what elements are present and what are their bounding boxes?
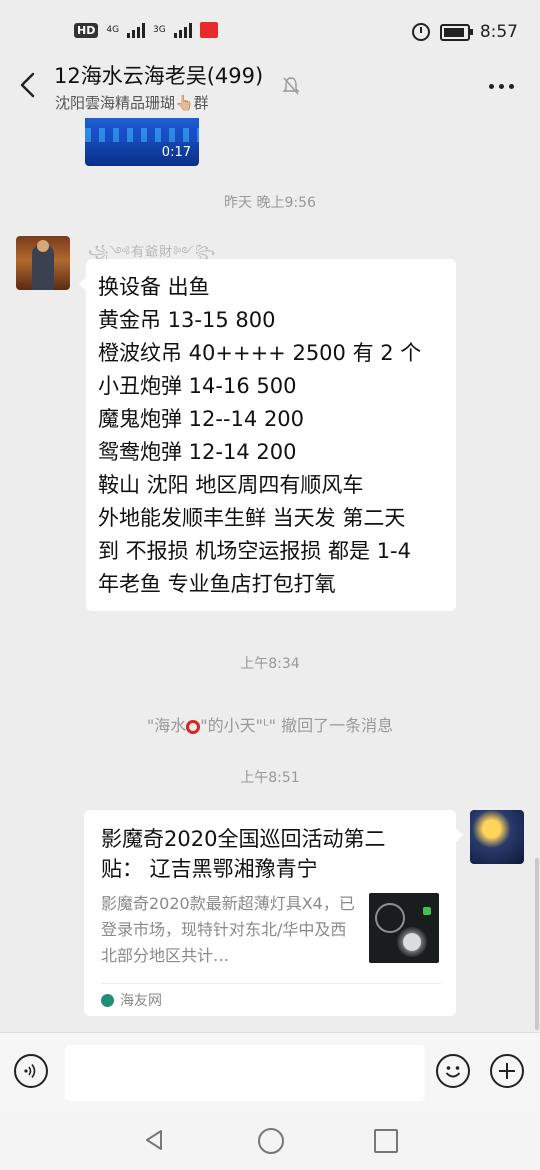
chat-title[interactable]: 12海水云海老吴(499) (54, 60, 263, 90)
input-bar (0, 1032, 540, 1113)
message-line: 年老鱼 专业鱼店打包打氧 (98, 572, 336, 596)
recall-prefix: "海水 (146, 716, 187, 735)
nav-recent-apps-icon[interactable] (374, 1129, 398, 1153)
link-card-title: 影魔奇2020全国巡回活动第二贴： 辽吉黑鄂湘豫青宁 (101, 827, 386, 881)
alarm-icon (411, 23, 430, 41)
message-line: 外地能发顺丰生鲜 当天发 第二天 (98, 506, 406, 530)
hd-badge: HD (74, 22, 99, 38)
battery-icon (439, 23, 473, 41)
more-options-icon[interactable] (489, 84, 514, 89)
timestamp: 昨天 晚上9:56 (224, 195, 316, 211)
chat-subtitle: 沈阳雲海精品珊瑚👆🏼群 (55, 94, 209, 112)
nav-back-icon[interactable] (142, 1128, 166, 1152)
signal-icon-2 (173, 22, 192, 38)
link-card-source: 海友网 (101, 990, 162, 1010)
link-card-thumbnail (369, 893, 439, 963)
red-ring-emoji-icon (186, 720, 201, 734)
emoji-icon[interactable] (436, 1054, 470, 1088)
clock: 8:57 (479, 22, 518, 42)
message-line: 魔鬼炮弹 12--14 200 (98, 407, 305, 431)
message-text: 换设备 出鱼 黄金吊 13-15 800 橙波纹吊 40++++ 2500 有 … (98, 271, 448, 601)
link-card-source-name: 海友网 (120, 993, 162, 1009)
chat-header: 12海水云海老吴(499) 沈阳雲海精品珊瑚👆🏼群 (0, 56, 540, 118)
message-line: 小丑炮弹 14-16 500 (98, 374, 297, 398)
divider (101, 983, 441, 984)
mute-bell-icon (282, 77, 300, 95)
message-line: 鞍山 沈阳 地区周四有顺风车 (98, 473, 364, 497)
back-arrow-icon[interactable] (14, 70, 44, 100)
video-duration: 0:17 (161, 145, 191, 160)
system-navigation-bar (0, 1112, 540, 1170)
video-message-thumbnail[interactable]: 0:17 (85, 118, 199, 166)
status-right: 8:57 (411, 22, 518, 42)
app-notification-icon (199, 22, 218, 38)
sender-avatar[interactable] (16, 236, 70, 290)
source-logo-icon (101, 993, 114, 1007)
link-card[interactable]: 影魔奇2020全国巡回活动第二贴： 辽吉黑鄂湘豫青宁 影魔奇2020款最新超薄灯… (84, 810, 463, 1016)
signal-icon (127, 22, 146, 38)
recall-notice: "海水 "的小天"ᴸ" 撤回了一条消息 (0, 712, 540, 736)
message-line: 鸳鸯炮弹 12-14 200 (98, 440, 297, 464)
status-left: HD 4G 3G (74, 22, 218, 38)
recall-suffix: "的小天"ᴸ" 撤回了一条消息 (200, 716, 394, 735)
message-line: 黄金吊 13-15 800 (98, 308, 276, 332)
message-input[interactable] (65, 1045, 425, 1101)
scrollbar[interactable] (535, 858, 539, 1030)
nav-home-icon[interactable] (258, 1128, 284, 1154)
my-avatar[interactable] (470, 810, 524, 864)
timestamp: 上午8:34 (240, 656, 300, 672)
message-bubble[interactable]: 换设备 出鱼 黄金吊 13-15 800 橙波纹吊 40++++ 2500 有 … (79, 259, 456, 611)
link-card-description: 影魔奇2020款最新超薄灯具X4，已登录市场，现特针对东北/华中及西北部分地区共… (101, 894, 355, 965)
status-bar: HD 4G 3G 8:57 (0, 0, 540, 64)
voice-input-icon[interactable] (14, 1054, 48, 1088)
network-3g-label: 3G (153, 24, 166, 35)
message-line: 橙波纹吊 40++++ 2500 有 2 个 (98, 341, 422, 365)
more-plus-icon[interactable] (490, 1054, 524, 1088)
message-line: 到 不报损 机场空运报损 都是 1-4 (98, 539, 411, 563)
timestamp: 上午8:51 (240, 770, 300, 786)
message-line: 换设备 出鱼 (98, 275, 210, 299)
network-4g-label: 4G (106, 24, 120, 35)
